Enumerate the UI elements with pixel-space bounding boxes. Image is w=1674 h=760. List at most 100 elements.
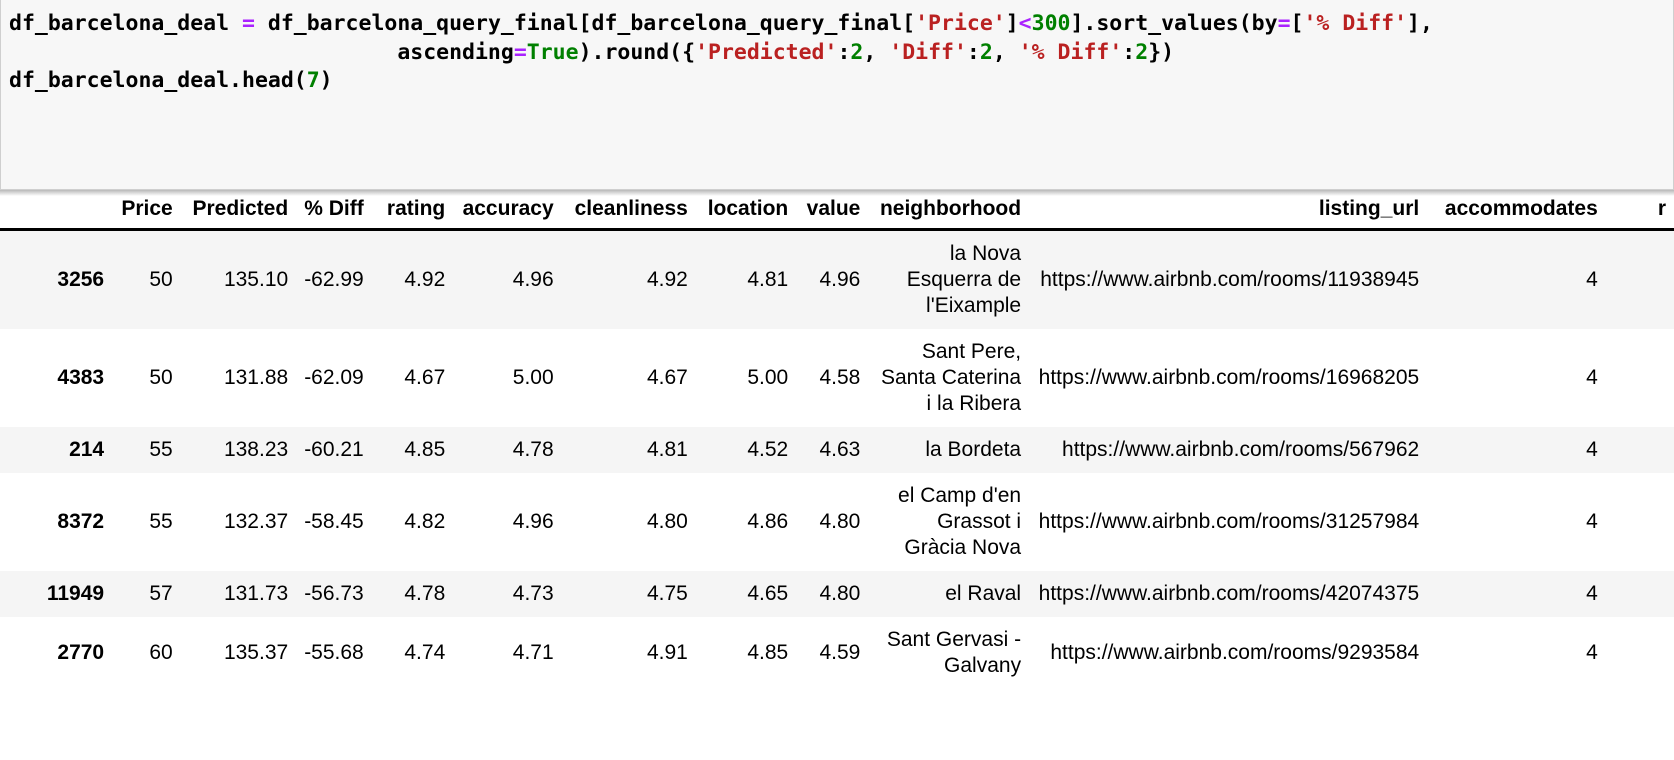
row-index: 3256 — [57, 268, 105, 291]
cell-accuracy: 4.96 — [512, 268, 554, 291]
cell-listing-url[interactable]: https://www.airbnb.com/rooms/9293584 — [1029, 617, 1427, 689]
table-header: Price Predicted % Diff rating accuracy c… — [0, 196, 1674, 231]
column-header-listing-url[interactable]: listing_url — [1029, 196, 1428, 231]
column-header-price[interactable]: Price — [112, 196, 181, 231]
code-token: 'Price' — [915, 11, 1006, 36]
cell-pct-diff: -60.21 — [304, 438, 364, 461]
cell-listing-url[interactable]: https://www.airbnb.com/rooms/567962 — [1029, 427, 1427, 473]
cell-listing-url[interactable]: https://www.airbnb.com/rooms/16968205 — [1029, 329, 1427, 427]
code-token: < — [1018, 11, 1032, 36]
cell-location: 4.52 — [747, 438, 789, 461]
code-token: , — [992, 39, 1019, 65]
dataframe-table: Price Predicted % Diff rating accuracy c… — [0, 196, 1674, 689]
code-token: = — [1277, 11, 1291, 36]
cell-location: 4.65 — [747, 582, 789, 605]
cell-accuracy: 4.78 — [512, 438, 554, 461]
cell-value: 4.58 — [819, 366, 861, 389]
code-token: ascending — [9, 39, 514, 65]
cell-truncated — [1606, 571, 1674, 617]
column-header-cleanliness[interactable]: cleanliness — [561, 196, 696, 231]
column-header-location[interactable]: location — [695, 196, 797, 231]
column-header-neighborhood[interactable]: neighborhood — [868, 196, 1030, 231]
cell-accommodates: 4 — [1586, 641, 1598, 664]
column-header-value[interactable]: value — [796, 196, 869, 231]
cell-neighborhood: el Camp d'en Grassot i Gràcia Nova — [898, 484, 1022, 559]
cell-predicted: 131.73 — [223, 582, 289, 605]
column-header-index[interactable] — [0, 196, 113, 231]
code-token: '% Diff' — [1018, 39, 1123, 65]
cell-price: 50 — [149, 366, 173, 389]
code-token: = — [513, 39, 527, 65]
cell-value: 4.96 — [819, 268, 861, 291]
code-source[interactable]: df_barcelona_deal = df_barcelona_query_f… — [9, 10, 1673, 96]
table-body: 3256 50 135.10 -62.99 4.92 4.96 4.92 4.81 4.96 la… — [0, 229, 1674, 689]
code-token: : — [966, 39, 980, 65]
column-header-predicted[interactable]: Predicted — [180, 196, 297, 231]
code-token: 2 — [1135, 39, 1149, 65]
cell-price: 60 — [149, 641, 173, 664]
notebook-code-cell[interactable]: df_barcelona_deal = df_barcelona_query_f… — [0, 0, 1674, 196]
column-header-pct-diff[interactable]: % Diff — [296, 196, 372, 231]
cell-location: 4.86 — [747, 510, 789, 533]
code-token: '% Diff' — [1303, 11, 1408, 36]
cell-value: 4.80 — [819, 582, 861, 605]
cell-cleanliness: 4.75 — [646, 582, 688, 605]
cell-location: 4.81 — [747, 268, 789, 291]
cell-neighborhood: el Raval — [945, 582, 1022, 605]
code-token: 2 — [850, 39, 864, 65]
cell-truncated — [1606, 427, 1674, 473]
code-token: 7 — [306, 68, 320, 93]
column-header-accuracy[interactable]: accuracy — [453, 196, 562, 231]
cell-truncated — [1606, 329, 1674, 427]
column-header-rating[interactable]: rating — [371, 196, 454, 231]
cell-truncated — [1606, 473, 1674, 571]
code-token: ], — [1407, 11, 1433, 36]
code-token: 2 — [979, 39, 993, 65]
table-row: 214 55 138.23 -60.21 4.85 4.78 4.81 4.52 4.63 la … — [0, 427, 1674, 473]
table-row: 4383 50 131.88 -62.09 4.67 5.00 4.67 5.00 4.58 Sa… — [0, 329, 1674, 427]
cell-pct-diff: -62.99 — [304, 268, 364, 291]
code-token: ).round({ — [578, 39, 696, 65]
cell-value: 4.59 — [819, 641, 861, 664]
cell-rating: 4.74 — [404, 641, 446, 664]
cell-rating: 4.78 — [404, 582, 446, 605]
cell-predicted: 135.10 — [223, 268, 289, 291]
cell-accuracy: 4.71 — [512, 641, 554, 664]
cell-listing-url[interactable]: https://www.airbnb.com/rooms/42074375 — [1029, 571, 1427, 617]
header-row: Price Predicted % Diff rating accuracy c… — [0, 196, 1674, 231]
cell-accuracy: 4.73 — [512, 582, 554, 605]
cell-rating: 4.85 — [404, 438, 446, 461]
dataframe-output[interactable]: Price Predicted % Diff rating accuracy c… — [0, 196, 1674, 760]
code-editor-area[interactable]: df_barcelona_deal = df_barcelona_query_f… — [0, 0, 1674, 190]
cell-neighborhood: Sant Gervasi - Galvany — [886, 628, 1022, 677]
cell-pct-diff: -56.73 — [304, 582, 364, 605]
code-token: ] — [1005, 11, 1019, 36]
cell-rating: 4.67 — [404, 366, 446, 389]
code-token: df_barcelona_deal — [9, 11, 242, 36]
cell-rating: 4.92 — [404, 268, 446, 291]
cell-pct-diff: -58.45 — [304, 510, 364, 533]
code-token: }) — [1148, 39, 1175, 65]
code-token: 'Diff' — [889, 39, 967, 65]
cell-accuracy: 5.00 — [512, 366, 554, 389]
cell-cleanliness: 4.80 — [646, 510, 688, 533]
table-row: 3256 50 135.10 -62.99 4.92 4.96 4.92 4.81 4.96 la… — [0, 229, 1674, 330]
code-token: 300 — [1031, 11, 1071, 36]
code-token: [ — [1290, 11, 1304, 36]
cell-neighborhood: la Bordeta — [925, 438, 1022, 461]
column-header-accommodates[interactable]: accommodates — [1427, 196, 1606, 231]
table-row: 8372 55 132.37 -58.45 4.82 4.96 4.80 4.86 4.80 el… — [0, 473, 1674, 571]
cell-price: 55 — [149, 438, 173, 461]
cell-truncated — [1606, 617, 1674, 689]
cell-accommodates: 4 — [1586, 438, 1598, 461]
cell-accommodates: 4 — [1586, 582, 1598, 605]
code-token: df_barcelona_deal.head( — [9, 68, 307, 93]
cell-price: 57 — [149, 582, 173, 605]
column-header-truncated[interactable]: r — [1605, 196, 1674, 231]
cell-price: 50 — [149, 268, 173, 291]
cell-cleanliness: 4.91 — [646, 641, 688, 664]
cell-cleanliness: 4.67 — [646, 366, 688, 389]
cell-listing-url[interactable]: https://www.airbnb.com/rooms/11938945 — [1029, 230, 1427, 330]
code-token: True — [526, 39, 579, 65]
cell-listing-url[interactable]: https://www.airbnb.com/rooms/31257984 — [1029, 473, 1427, 571]
